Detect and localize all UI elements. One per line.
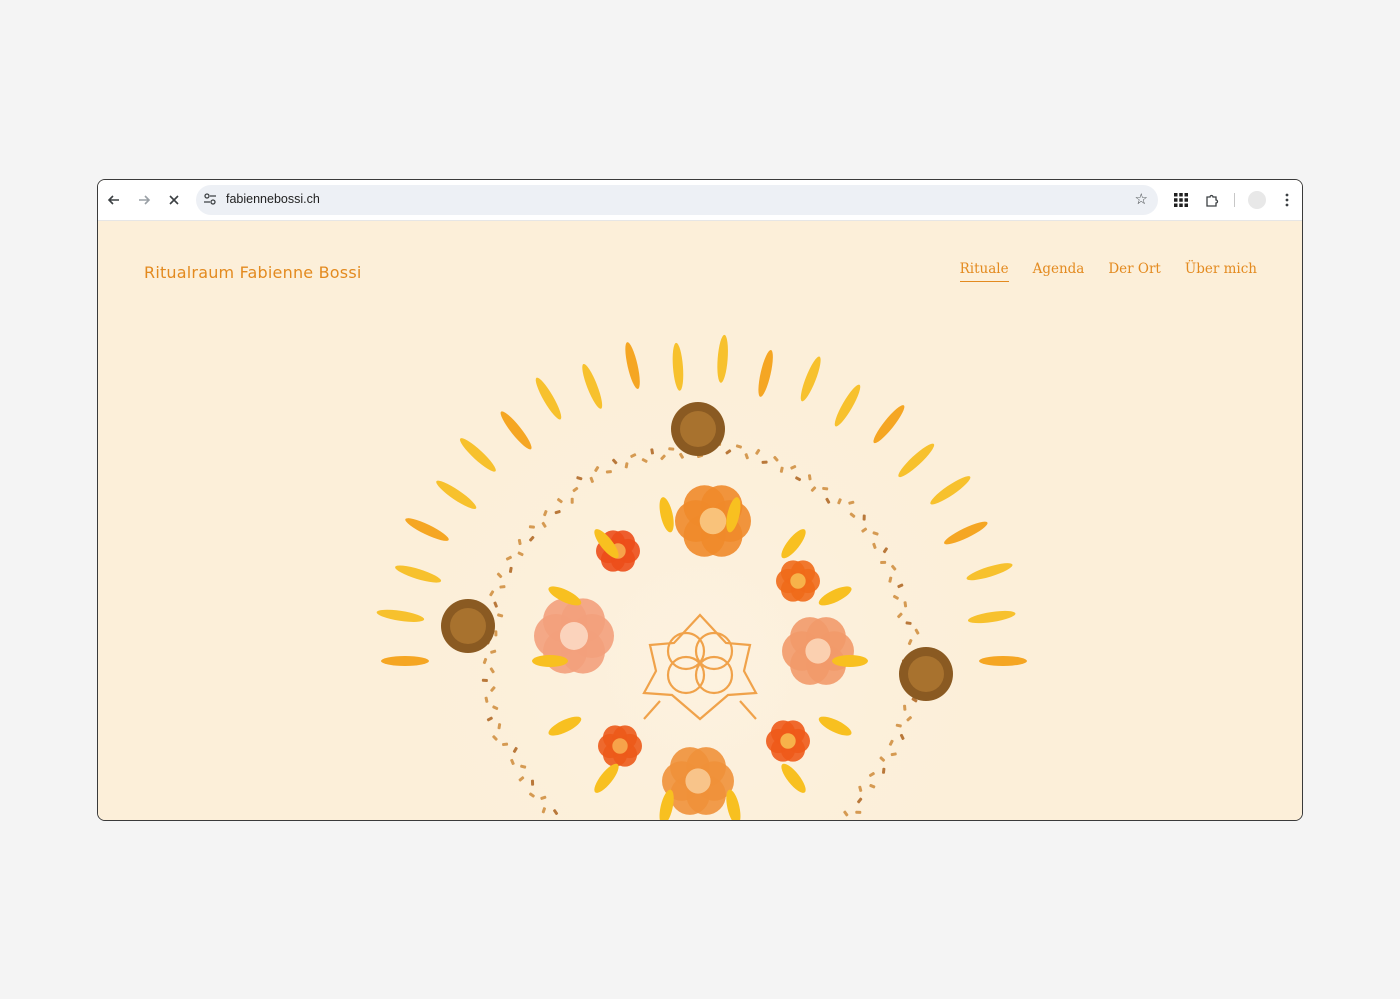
nav-item-agenda[interactable]: Agenda — [1033, 261, 1085, 282]
wood-chip — [882, 767, 886, 774]
star-icon[interactable]: ☆ — [1135, 190, 1148, 208]
wood-chip — [499, 585, 506, 589]
wood-chip — [570, 497, 574, 504]
pinecone-center — [908, 656, 944, 692]
wood-chip — [605, 470, 612, 474]
wood-chip — [855, 810, 862, 814]
inner-petal — [532, 655, 568, 667]
wood-chip — [494, 630, 498, 637]
more-vert-icon — [1285, 193, 1289, 207]
back-button[interactable] — [102, 188, 126, 212]
flower-center — [612, 738, 628, 754]
nav-item-der-ort[interactable]: Der Ort — [1108, 261, 1161, 282]
main-nav: Rituale Agenda Der Ort Über mich — [959, 261, 1257, 282]
site-title[interactable]: Ritualraum Fabienne Bossi — [144, 263, 362, 282]
webpage: Ritualraum Fabienne Bossi Rituale Agenda… — [98, 221, 1302, 820]
menu-button[interactable] — [1275, 188, 1299, 212]
flower-center — [560, 622, 588, 650]
petal — [381, 656, 429, 666]
wood-chip — [481, 678, 488, 683]
toolbar-divider — [1234, 193, 1235, 207]
pinecone-center — [450, 608, 486, 644]
wood-chip — [668, 447, 675, 451]
stop-button[interactable] — [162, 188, 186, 212]
puzzle-icon — [1205, 194, 1218, 207]
url-text[interactable]: fabiennebossi.ch — [226, 192, 320, 206]
nav-item-rituale[interactable]: Rituale — [959, 261, 1009, 282]
wood-chip — [528, 525, 535, 529]
avatar[interactable] — [1248, 191, 1266, 209]
close-icon — [169, 195, 179, 205]
extensions-button[interactable] — [1200, 188, 1224, 212]
address-bar[interactable]: fabiennebossi.ch ☆ — [196, 185, 1158, 215]
inner-petal — [832, 655, 868, 667]
pinecone-center — [680, 411, 716, 447]
arrow-left-icon — [107, 195, 119, 205]
wood-chip — [862, 514, 866, 521]
flower-center — [780, 733, 796, 749]
petal — [979, 656, 1027, 666]
wood-chip — [903, 704, 907, 711]
apps-button[interactable] — [1169, 188, 1193, 212]
browser-window: fabiennebossi.ch ☆ Ritualraum Fabienne B… — [97, 179, 1303, 821]
flower-center — [699, 507, 727, 535]
flower-center — [790, 573, 806, 589]
flower-mandala-image — [370, 331, 1030, 820]
grid-icon — [1174, 193, 1188, 207]
wood-chip — [530, 779, 535, 786]
arrow-right-icon — [139, 195, 151, 205]
wood-chip — [880, 560, 887, 565]
nav-item-ueber-mich[interactable]: Über mich — [1185, 261, 1257, 282]
tune-icon[interactable] — [202, 191, 218, 212]
flower-center — [685, 768, 711, 794]
flower-center — [805, 638, 831, 664]
wood-chip — [761, 460, 768, 464]
browser-toolbar: fabiennebossi.ch ☆ — [98, 180, 1302, 221]
forward-button[interactable] — [132, 188, 156, 212]
